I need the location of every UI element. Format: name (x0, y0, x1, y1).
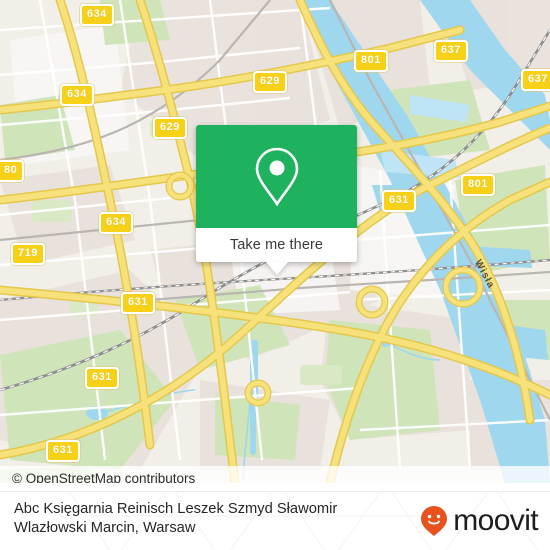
road-shield: 80 (0, 160, 25, 182)
road-shield: 801 (461, 174, 495, 196)
road-shield: 801 (354, 50, 388, 72)
road-shield: 637 (434, 40, 468, 62)
card-icon-area (196, 125, 357, 228)
location-pin-icon (255, 147, 298, 207)
footer-bar: Abc Księgarnia Reinisch Leszek Szmyd Sła… (0, 491, 550, 550)
moovit-wordmark: moovit (453, 504, 538, 537)
road-shield: 634 (60, 84, 94, 106)
road-shield: 631 (85, 367, 119, 389)
road-shield: 629 (153, 117, 187, 139)
place-title: Abc Księgarnia Reinisch Leszek Szmyd Sła… (14, 501, 338, 536)
road-shield: 637 (521, 69, 550, 91)
road-shield: 631 (46, 440, 80, 462)
map-canvas[interactable]: 634 634 629 801 637 637 629 80 631 801 6… (0, 0, 550, 483)
poi-callout-card[interactable]: Take me there (196, 125, 357, 275)
map-screenshot: 634 634 629 801 637 637 629 80 631 801 6… (0, 0, 550, 550)
osm-attribution-text: © OpenStreetMap contributors (12, 471, 196, 483)
road-shield: 631 (121, 292, 155, 314)
callout-tail (265, 262, 288, 275)
road-shield: 719 (11, 243, 45, 265)
moovit-smiley-pin-icon (421, 506, 448, 536)
road-shield: 629 (253, 71, 287, 93)
map-attribution[interactable]: © OpenStreetMap contributors (0, 466, 550, 483)
road-shield: 631 (382, 190, 416, 212)
moovit-brand[interactable]: moovit (419, 504, 539, 537)
road-shield: 634 (99, 212, 133, 234)
take-me-there-label: Take me there (229, 237, 324, 253)
road-shield: 634 (80, 4, 114, 26)
card-action-area[interactable]: Take me there (196, 228, 357, 275)
